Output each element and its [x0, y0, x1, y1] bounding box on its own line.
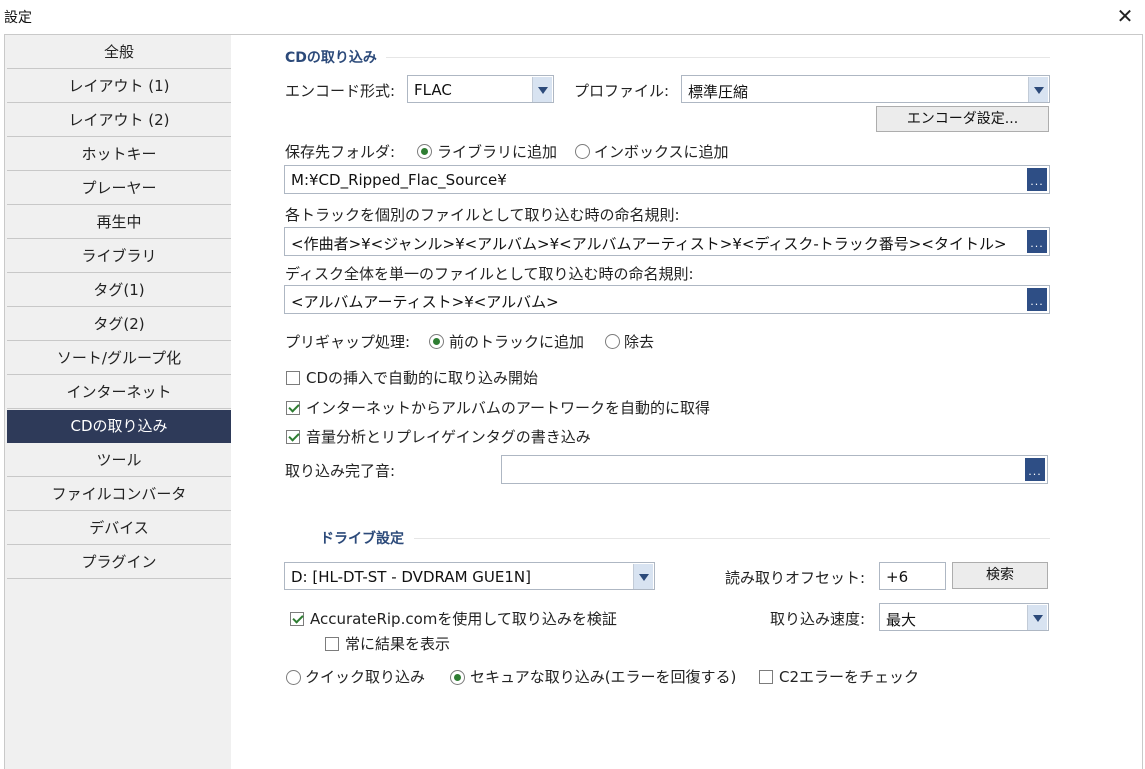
radio-quick-rip-label: クイック取り込み — [305, 668, 426, 686]
title-bar: 設定 ✕ — [0, 0, 1145, 34]
checkbox-show-results[interactable] — [325, 637, 339, 651]
folder-path-value: M:¥CD_Ripped_Flac_Source¥ — [291, 171, 507, 189]
checkbox-replaygain[interactable] — [286, 430, 300, 444]
checkbox-c2-error[interactable] — [759, 670, 773, 684]
checkbox-artwork-label: インターネットからアルバムのアートワークを自動的に取得 — [306, 399, 710, 417]
profile-label: プロファイル: — [574, 82, 670, 100]
track-naming-input[interactable]: <作曲者>¥<ジャンル>¥<アルバム>¥<アルバムアーティスト>¥<ディスク-ト… — [284, 227, 1050, 256]
checkbox-auto-rip-label: CDの挿入で自動的に取り込み開始 — [306, 369, 539, 387]
settings-sidebar: 全般 レイアウト (1) レイアウト (2) ホットキー プレーヤー 再生中 ラ… — [5, 35, 231, 769]
radio-pregap-add-label: 前のトラックに追加 — [449, 333, 585, 351]
speed-label: 取り込み速度: — [770, 610, 866, 628]
radio-add-to-inbox-label: インボックスに追加 — [594, 143, 729, 161]
complete-sound-input[interactable]: ... — [501, 455, 1048, 484]
sidebar-item-player[interactable]: プレーヤー — [7, 172, 231, 205]
radio-add-to-inbox[interactable] — [575, 144, 590, 159]
radio-secure-rip[interactable] — [450, 670, 465, 685]
offset-label: 読み取りオフセット: — [725, 569, 866, 587]
radio-pregap-remove-label: 除去 — [624, 333, 655, 351]
checkbox-accuraterip[interactable] — [290, 612, 304, 626]
chevron-down-icon[interactable] — [633, 564, 653, 589]
save-folder-label: 保存先フォルダ: — [285, 143, 396, 161]
browse-folder-button[interactable]: ... — [1027, 168, 1047, 191]
encode-format-label: エンコード形式: — [285, 82, 396, 100]
offset-input[interactable]: +6 — [879, 562, 946, 590]
checkbox-c2-error-label: C2エラーをチェック — [779, 668, 920, 686]
window-title: 設定 — [4, 10, 32, 26]
disc-naming-label: ディスク全体を単一のファイルとして取り込む時の命名規則: — [285, 265, 694, 283]
checkbox-show-results-label: 常に結果を表示 — [345, 635, 451, 653]
checkbox-auto-rip[interactable] — [286, 371, 300, 385]
complete-sound-browse-button[interactable]: ... — [1025, 458, 1045, 481]
radio-secure-rip-label: セキュアな取り込み(エラーを回復する) — [470, 668, 737, 686]
sidebar-item-tools[interactable]: ツール — [7, 444, 231, 477]
radio-pregap-add[interactable] — [429, 334, 444, 349]
section-title-cd-rip: CDの取り込み — [285, 50, 377, 66]
encode-format-value: FLAC — [414, 81, 452, 99]
offset-value: +6 — [886, 568, 909, 586]
sidebar-item-file-converter[interactable]: ファイルコンバータ — [7, 478, 231, 511]
sidebar-item-sort-group[interactable]: ソート/グループ化 — [7, 342, 231, 375]
section-divider — [414, 538, 1050, 539]
sidebar-item-general[interactable]: 全般 — [7, 36, 231, 69]
speed-select[interactable]: 最大 — [879, 603, 1049, 631]
pregap-label: プリギャップ処理: — [285, 333, 411, 351]
chevron-down-icon[interactable] — [1027, 605, 1047, 630]
sidebar-item-layout-1[interactable]: レイアウト (1) — [7, 70, 231, 103]
radio-quick-rip[interactable] — [286, 670, 301, 685]
sidebar-item-tags-2[interactable]: タグ(2) — [7, 308, 231, 341]
sidebar-item-layout-2[interactable]: レイアウト (2) — [7, 104, 231, 137]
sidebar-item-now-playing[interactable]: 再生中 — [7, 206, 231, 239]
sidebar-item-library[interactable]: ライブラリ — [7, 240, 231, 273]
track-naming-browse-button[interactable]: ... — [1027, 230, 1047, 253]
encode-format-select[interactable]: FLAC — [407, 75, 554, 103]
sidebar-item-plugins[interactable]: プラグイン — [7, 546, 231, 579]
encoder-settings-button[interactable]: エンコーダ設定... — [876, 106, 1049, 132]
drive-value: D: [HL-DT-ST - DVDRAM GUE1N] — [291, 568, 531, 586]
search-offset-button[interactable]: 検索 — [952, 562, 1048, 589]
drive-select[interactable]: D: [HL-DT-ST - DVDRAM GUE1N] — [284, 562, 655, 590]
sidebar-item-cd-rip[interactable]: CDの取り込み — [7, 410, 231, 443]
section-title-drive: ドライブ設定 — [320, 531, 404, 547]
close-button[interactable]: ✕ — [1112, 4, 1138, 28]
checkbox-replaygain-label: 音量分析とリプレイゲインタグの書き込み — [306, 428, 591, 446]
radio-pregap-remove[interactable] — [605, 334, 620, 349]
disc-naming-input[interactable]: <アルバムアーティスト>¥<アルバム> ... — [284, 285, 1050, 314]
disc-naming-value: <アルバムアーティスト>¥<アルバム> — [291, 293, 559, 311]
chevron-down-icon[interactable] — [532, 77, 552, 102]
radio-add-to-library-label: ライブラリに追加 — [437, 143, 558, 161]
complete-sound-label: 取り込み完了音: — [285, 462, 396, 480]
chevron-down-icon[interactable] — [1028, 77, 1048, 102]
disc-naming-browse-button[interactable]: ... — [1027, 288, 1047, 311]
section-divider — [386, 57, 1050, 58]
profile-select[interactable]: 標準圧縮 — [681, 75, 1050, 103]
sidebar-item-devices[interactable]: デバイス — [7, 512, 231, 545]
speed-value: 最大 — [886, 611, 917, 629]
checkbox-artwork[interactable] — [286, 401, 300, 415]
radio-add-to-library[interactable] — [417, 144, 432, 159]
track-naming-value: <作曲者>¥<ジャンル>¥<アルバム>¥<アルバムアーティスト>¥<ディスク-ト… — [291, 235, 1007, 253]
sidebar-item-tags-1[interactable]: タグ(1) — [7, 274, 231, 307]
track-naming-label: 各トラックを個別のファイルとして取り込む時の命名規則: — [285, 206, 680, 224]
sidebar-item-internet[interactable]: インターネット — [7, 376, 231, 409]
profile-value: 標準圧縮 — [688, 83, 749, 101]
checkbox-accuraterip-label: AccurateRip.comを使用して取り込みを検証 — [310, 610, 617, 628]
sidebar-item-hotkeys[interactable]: ホットキー — [7, 138, 231, 171]
folder-path-input[interactable]: M:¥CD_Ripped_Flac_Source¥ ... — [284, 165, 1050, 194]
